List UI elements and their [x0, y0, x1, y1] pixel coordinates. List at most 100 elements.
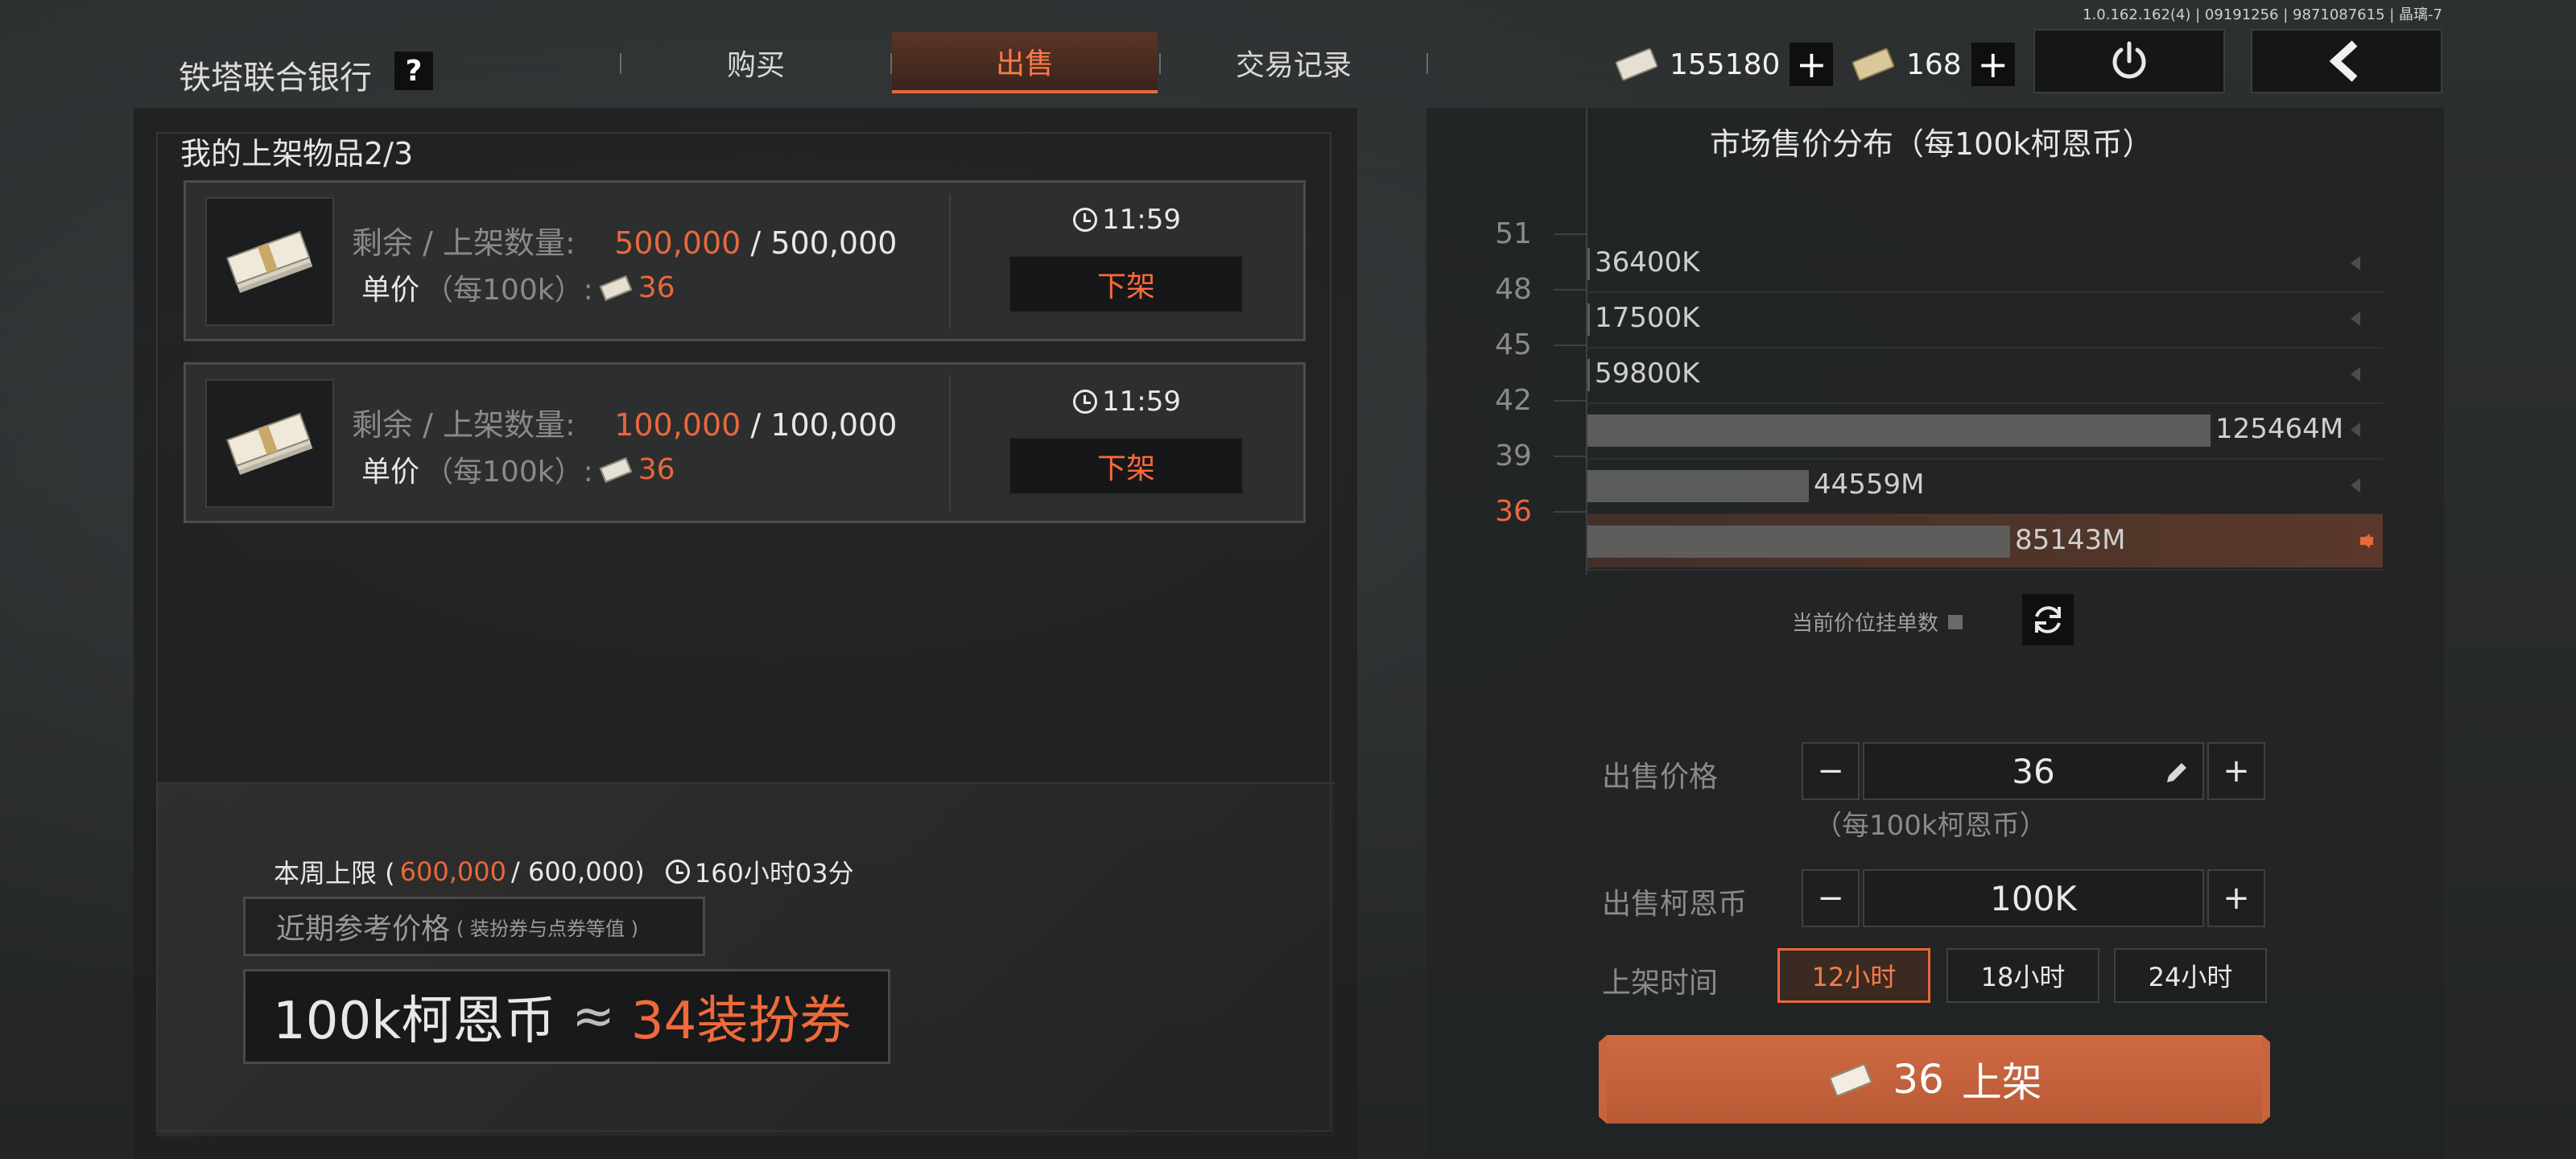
- clock-icon: [665, 860, 690, 884]
- chart-tick-label: 42: [1495, 384, 1532, 417]
- price-unit-hint: （每100k柯恩币）: [1814, 810, 2047, 842]
- chart-tick-label: 36: [1495, 495, 1532, 528]
- quantity-line: 剩余 / 上架数量: 100,000 / 100,000: [352, 407, 898, 443]
- chart-data-label: 59800K: [1595, 357, 1700, 390]
- total-qty: 500,000: [770, 225, 898, 261]
- chart-marker-icon: [2360, 534, 2373, 548]
- chart-title: 市场售价分布（每100k柯恩币）: [1710, 126, 2153, 162]
- chart-marker-icon: [2351, 367, 2360, 382]
- tab-separator: [1426, 53, 1428, 74]
- list-item-button[interactable]: 36 上架: [1607, 1035, 2262, 1124]
- chart-legend: 当前价位挂单数: [1792, 607, 1963, 637]
- sell-amount-input[interactable]: 100K: [1863, 869, 2204, 927]
- list-label: 上架: [1961, 1059, 2042, 1106]
- chart-marker-icon: [2351, 423, 2360, 437]
- chart-bar: [1587, 415, 2211, 447]
- remaining-qty: 100,000: [614, 407, 741, 443]
- chart-tick-mark: [1554, 400, 1586, 402]
- chart-marker-icon: [2351, 256, 2360, 270]
- coupon-icon: [598, 456, 634, 484]
- unit-price: 36: [638, 452, 675, 486]
- version-info: 1.0.162.162(4) | 09191256 | 9871087615 |…: [2083, 6, 2442, 23]
- timer: 11:59: [1073, 204, 1181, 236]
- chart-tick-label: 48: [1495, 273, 1532, 306]
- tab-sell[interactable]: 出售: [892, 32, 1158, 93]
- back-button[interactable]: [2251, 29, 2442, 93]
- chart-bar: [1587, 526, 2010, 558]
- chart-data-label: 44559M: [1814, 468, 1925, 501]
- chart-bar-row: 44559M: [1587, 459, 2383, 512]
- listing-duration-label: 上架时间: [1602, 967, 1719, 1000]
- reference-price-label: 近期参考价格( 装扮券与点券等值 ): [243, 897, 705, 956]
- currency-cash: 155180 +: [1613, 35, 1834, 93]
- top-bar: 铁塔联合银行 ? 购买 出售 交易记录 1.0.162.162(4) | 091…: [0, 0, 2576, 97]
- chart-tick-label: 45: [1495, 328, 1532, 361]
- delist-button[interactable]: 下架: [1009, 437, 1244, 495]
- add-coupon-button[interactable]: +: [1971, 43, 2015, 86]
- add-cash-button[interactable]: +: [1790, 43, 1834, 86]
- weekly-limit: 本周上限 (600,000/ 600,000) 160小时03分: [274, 856, 854, 889]
- list-price: 36: [1893, 1056, 1944, 1103]
- chart-tick-mark: [1554, 344, 1586, 346]
- amount-decrease-button[interactable]: −: [1802, 869, 1860, 927]
- tab-history[interactable]: 交易记录: [1161, 32, 1426, 93]
- tab-separator: [620, 53, 621, 74]
- page-title: 铁塔联合银行: [179, 60, 372, 97]
- power-button[interactable]: [2033, 29, 2225, 93]
- price-increase-button[interactable]: +: [2207, 742, 2265, 800]
- unit-price: 36: [638, 270, 675, 304]
- help-button[interactable]: ?: [394, 52, 433, 90]
- amount-increase-button[interactable]: +: [2207, 869, 2265, 927]
- currency-coupon: 168 +: [1850, 35, 2015, 93]
- price-decrease-button[interactable]: −: [1802, 742, 1860, 800]
- pencil-icon: [2167, 763, 2186, 782]
- cash-amount: 155180: [1670, 47, 1781, 81]
- coupon-icon: [1850, 47, 1897, 82]
- delist-button[interactable]: 下架: [1009, 255, 1244, 313]
- refresh-button[interactable]: [2022, 594, 2074, 645]
- sell-price-input[interactable]: 36: [1863, 742, 2204, 800]
- listing-card: 剩余 / 上架数量: 100,000 / 100,000 单价 （每100k）:…: [184, 362, 1306, 523]
- chart-tick-mark: [1554, 511, 1586, 513]
- duration-12h-button[interactable]: 12小时: [1777, 948, 1930, 1003]
- chart-tick-label: 39: [1495, 439, 1532, 472]
- listings-title: 我的上架物品2/3: [180, 136, 414, 171]
- chart-data-label: 125464M: [2215, 413, 2344, 445]
- duration-24h-button[interactable]: 24小时: [2114, 948, 2267, 1003]
- chart-bar-row: 17500K: [1587, 292, 2383, 345]
- refresh-icon: [2035, 606, 2061, 633]
- chevron-left-icon: [2329, 40, 2358, 82]
- chart-bar-row: 59800K: [1587, 348, 2383, 401]
- chart-bar-row: 125464M: [1587, 403, 2383, 456]
- divider: [949, 194, 951, 329]
- cash-stack-icon: [205, 379, 334, 508]
- sell-amount-label: 出售柯恩币: [1602, 888, 1748, 921]
- chart-marker-icon: [2351, 478, 2360, 493]
- divider: [949, 376, 951, 511]
- chart-data-label: 17500K: [1595, 302, 1700, 334]
- unit-price-line: 单价 （每100k）: 36: [361, 270, 675, 307]
- coupon-icon: [598, 274, 634, 302]
- chart-bar: [1587, 303, 1590, 336]
- chart-tick-label: 51: [1495, 217, 1532, 250]
- chart-data-label: 85143M: [2015, 524, 2126, 556]
- timer: 11:59: [1073, 386, 1181, 418]
- reference-price-rate: 100k柯恩币 ≈ 34装扮券: [243, 969, 890, 1064]
- tab-buy[interactable]: 购买: [623, 32, 889, 93]
- cash-stack-icon: [205, 197, 334, 326]
- chart-bar-row: 85143M: [1587, 514, 2383, 567]
- chart-bar: [1587, 359, 1590, 391]
- power-icon: [2112, 41, 2146, 79]
- clock-icon: [1073, 390, 1097, 414]
- reference-area: [156, 782, 1335, 1136]
- listing-card: 剩余 / 上架数量: 500,000 / 500,000 单价 （每100k）:…: [184, 180, 1306, 341]
- duration-18h-button[interactable]: 18小时: [1946, 948, 2099, 1003]
- remaining-qty: 500,000: [614, 225, 741, 261]
- coupon-amount: 168: [1906, 47, 1962, 81]
- chart-bar-row: 36400K: [1587, 237, 2383, 290]
- chart-marker-icon: [2351, 311, 2360, 326]
- quantity-line: 剩余 / 上架数量: 500,000 / 500,000: [352, 225, 898, 261]
- chart-data-label: 36400K: [1595, 246, 1700, 278]
- sell-price-label: 出售价格: [1602, 761, 1719, 794]
- clock-icon: [1073, 208, 1097, 232]
